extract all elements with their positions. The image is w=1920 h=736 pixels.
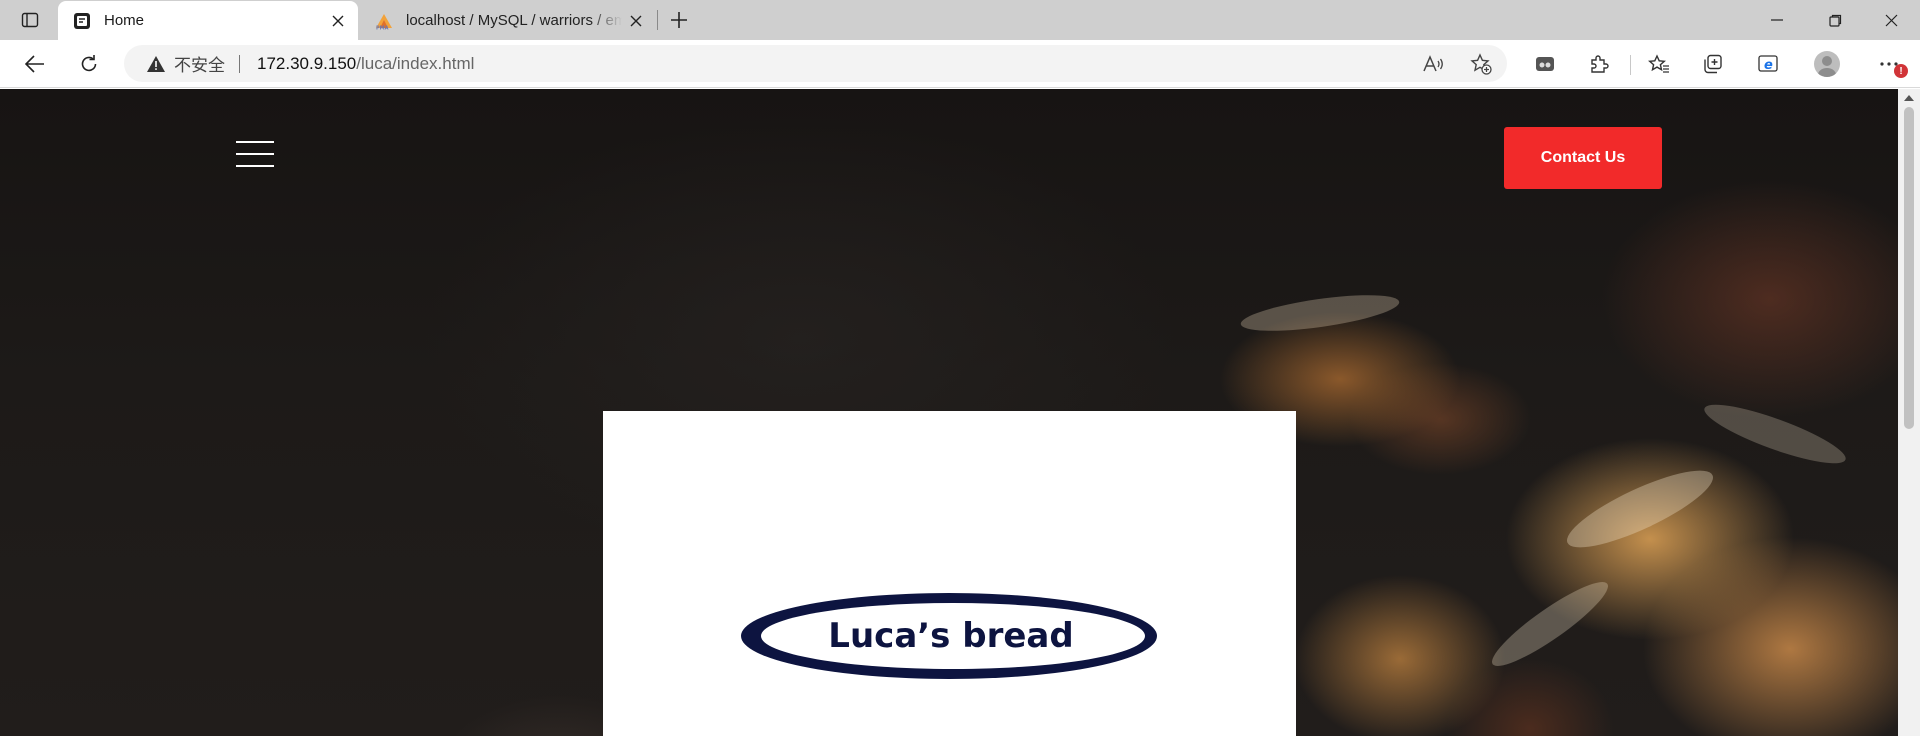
logo-card: Luca’s bread xyxy=(603,411,1296,736)
avatar xyxy=(1814,51,1840,77)
page-icon xyxy=(72,11,92,31)
read-aloud-icon[interactable] xyxy=(1421,53,1445,75)
favorites-star-icon xyxy=(1648,54,1669,73)
extension-app-icon xyxy=(1536,57,1554,71)
hamburger-line xyxy=(236,141,274,143)
menu-toggle-button[interactable] xyxy=(236,139,276,169)
tab-actions-button[interactable] xyxy=(12,6,48,34)
tab-home[interactable]: Home xyxy=(58,1,358,40)
tab-phpmyadmin[interactable]: PMA localhost / MySQL / warriors / emplo… xyxy=(360,1,656,40)
browser-toolbar: 不安全 172.30.9.150/luca/index.html e ! xyxy=(0,40,1920,88)
svg-text:e: e xyxy=(1764,58,1773,73)
minimize-button[interactable] xyxy=(1748,0,1806,40)
restore-button[interactable] xyxy=(1806,0,1864,40)
close-tab-icon[interactable] xyxy=(622,7,650,35)
toolbar-divider xyxy=(1630,55,1631,75)
cookie-highlight xyxy=(1699,394,1851,474)
profile-button[interactable] xyxy=(1810,48,1844,80)
svg-text:PMA: PMA xyxy=(376,25,389,30)
new-tab-button[interactable] xyxy=(664,5,694,35)
page-scrollbar[interactable] xyxy=(1898,89,1920,736)
scrollbar-thumb[interactable] xyxy=(1904,107,1914,429)
tab-title: Home xyxy=(104,12,145,29)
phpmyadmin-icon: PMA xyxy=(374,11,394,31)
puzzle-icon xyxy=(1591,55,1609,73)
security-label[interactable]: 不安全 xyxy=(174,51,225,76)
warning-icon[interactable] xyxy=(146,54,166,74)
collections-icon xyxy=(1704,54,1722,74)
restore-icon xyxy=(1828,14,1841,27)
close-tab-icon[interactable] xyxy=(324,7,352,35)
refresh-button[interactable] xyxy=(72,48,106,80)
extension-button[interactable] xyxy=(1528,48,1562,80)
minimize-icon xyxy=(1771,19,1783,21)
settings-menu-button[interactable]: ! xyxy=(1868,48,1910,80)
plus-icon xyxy=(671,12,687,28)
scroll-up-arrow-icon[interactable] xyxy=(1903,93,1915,103)
back-button[interactable] xyxy=(18,48,52,80)
url-host: 172.30.9.150 xyxy=(257,53,357,73)
tab-separator xyxy=(657,10,658,30)
close-icon xyxy=(1885,14,1897,26)
tab-actions-icon xyxy=(21,12,39,28)
hero-section: Contact Us Luca’s bread xyxy=(0,89,1898,736)
tab-strip: Home PMA localhost / MySQL / warriors / … xyxy=(0,0,1920,40)
hamburger-line xyxy=(236,153,274,155)
refresh-icon xyxy=(81,55,97,72)
back-arrow-icon xyxy=(25,55,44,73)
contact-us-button[interactable]: Contact Us xyxy=(1504,127,1662,189)
lucas-bread-logo: Luca’s bread xyxy=(741,593,1157,679)
logo-text: Luca’s bread xyxy=(828,616,1073,656)
tab-title: localhost / MySQL / warriors / employees xyxy=(406,12,622,29)
url-path: /luca/index.html xyxy=(356,53,475,73)
url-text[interactable]: 172.30.9.150/luca/index.html xyxy=(257,54,474,74)
ie-mode-button[interactable]: e xyxy=(1752,48,1786,80)
cookie-highlight xyxy=(1559,457,1721,561)
add-favorite-icon[interactable] xyxy=(1469,53,1493,75)
ie-mode-icon: e xyxy=(1758,55,1778,73)
close-window-button[interactable] xyxy=(1862,0,1920,40)
cookie-highlight xyxy=(1238,288,1402,338)
address-bar[interactable]: 不安全 172.30.9.150/luca/index.html xyxy=(124,45,1507,82)
cookie-highlight xyxy=(1484,571,1616,677)
address-divider xyxy=(239,54,240,73)
notification-badge: ! xyxy=(1894,64,1908,78)
favorites-button[interactable] xyxy=(1642,48,1676,80)
hamburger-line xyxy=(236,165,274,167)
collections-button[interactable] xyxy=(1696,48,1730,80)
extensions-button[interactable] xyxy=(1582,48,1616,80)
